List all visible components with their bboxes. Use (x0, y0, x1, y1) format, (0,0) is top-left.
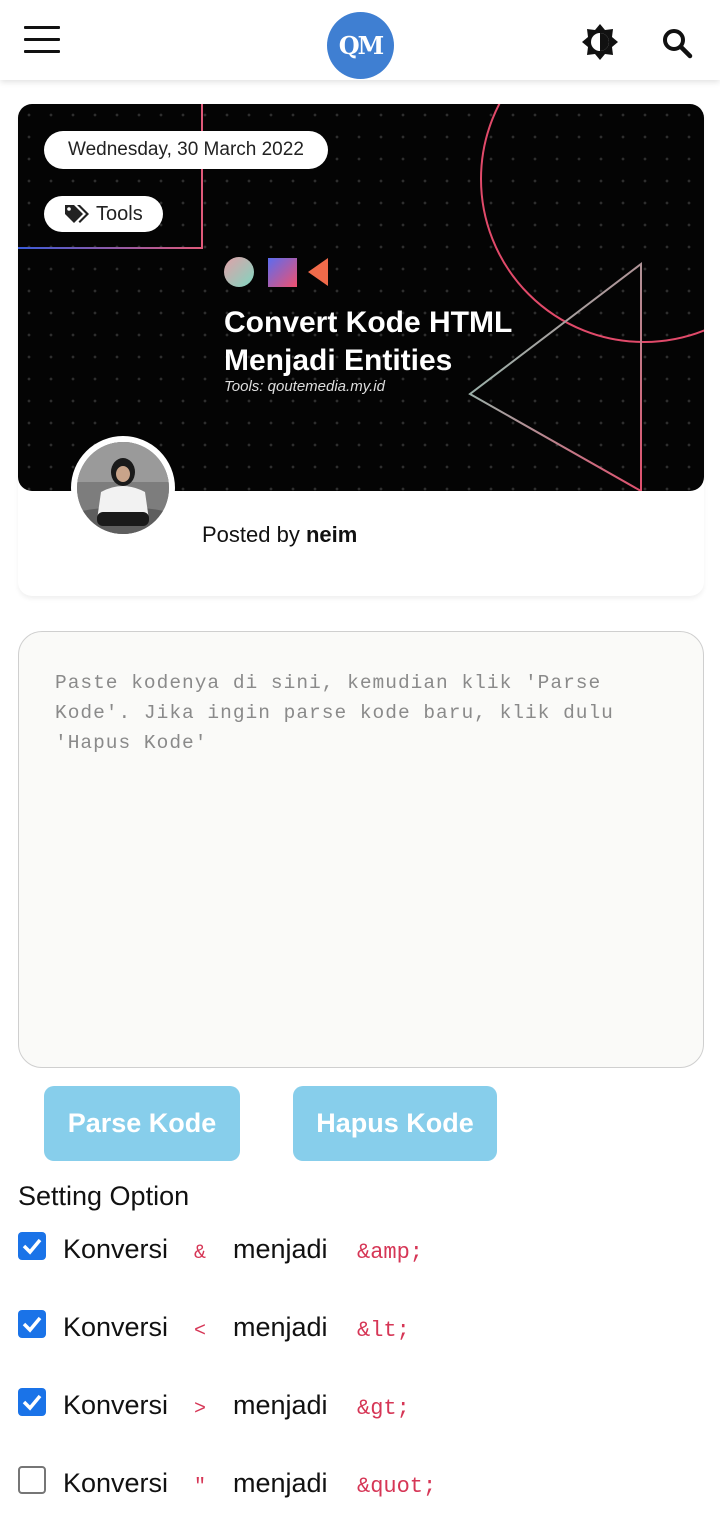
search-icon[interactable] (660, 26, 694, 60)
option-middle-label: menjadi (233, 1468, 328, 1498)
option-ampersand-checkbox[interactable] (18, 1232, 46, 1260)
option-middle-label: menjadi (233, 1312, 328, 1342)
author-name[interactable]: neim (306, 522, 357, 547)
option-label: Konversi (63, 1312, 169, 1342)
banner-title: Convert Kode HTML Menjadi Entities (224, 304, 512, 380)
option-middle-label: menjadi (233, 1234, 328, 1264)
top-navbar: QM (0, 0, 720, 80)
post-tag-label: Tools (96, 203, 143, 225)
brightness-icon[interactable] (580, 22, 620, 62)
option-quote: Konversi " menjadi &quot; (18, 1466, 618, 1506)
setting-option-title: Setting Option (18, 1181, 190, 1211)
posted-by-label: Posted by (202, 522, 300, 547)
option-greater-than-checkbox[interactable] (18, 1388, 46, 1416)
option-symbol: < (194, 1320, 207, 1343)
option-less-than: Konversi < menjadi &lt; (18, 1310, 618, 1350)
post-banner-image: Wednesday, 30 March 2022 Tools Convert K… (18, 104, 704, 491)
option-middle-label: menjadi (233, 1390, 328, 1420)
clear-code-button[interactable]: Hapus Kode (293, 1086, 497, 1161)
option-entity: &lt; (357, 1318, 410, 1343)
hamburger-icon[interactable] (24, 26, 62, 56)
option-label: Konversi (63, 1390, 169, 1420)
option-less-than-checkbox[interactable] (18, 1310, 46, 1338)
option-symbol: & (194, 1242, 207, 1265)
checkmark-icon (22, 1238, 42, 1255)
banner-title-line1: Convert Kode HTML (224, 306, 513, 339)
option-ampersand: Konversi & menjadi &amp; (18, 1232, 618, 1272)
checkmark-icon (22, 1316, 42, 1333)
post-author-line: Posted by neim (202, 522, 357, 548)
option-label: Konversi (63, 1468, 169, 1498)
option-symbol: " (194, 1476, 207, 1499)
site-logo[interactable]: QM (327, 12, 394, 79)
option-label: Konversi (63, 1234, 169, 1264)
option-quote-checkbox[interactable] (18, 1466, 46, 1494)
banner-title-line2: Menjadi Entities (224, 344, 453, 377)
checkmark-icon (22, 1394, 42, 1411)
banner-subtitle: Tools: qoutemedia.my.id (224, 378, 385, 395)
tags-icon (65, 205, 89, 223)
post-date-badge: Wednesday, 30 March 2022 (44, 131, 328, 169)
parse-code-button[interactable]: Parse Kode (44, 1086, 240, 1161)
option-entity: &gt; (357, 1396, 410, 1421)
post-header-card: Wednesday, 30 March 2022 Tools Convert K… (18, 104, 704, 596)
post-tag-badge[interactable]: Tools (44, 196, 163, 232)
option-entity: &amp; (357, 1240, 424, 1265)
option-entity: &quot; (357, 1474, 437, 1499)
option-symbol: > (194, 1398, 207, 1421)
code-input-textarea[interactable] (18, 631, 704, 1068)
option-greater-than: Konversi > menjadi &gt; (18, 1388, 618, 1428)
author-avatar[interactable] (71, 436, 175, 540)
